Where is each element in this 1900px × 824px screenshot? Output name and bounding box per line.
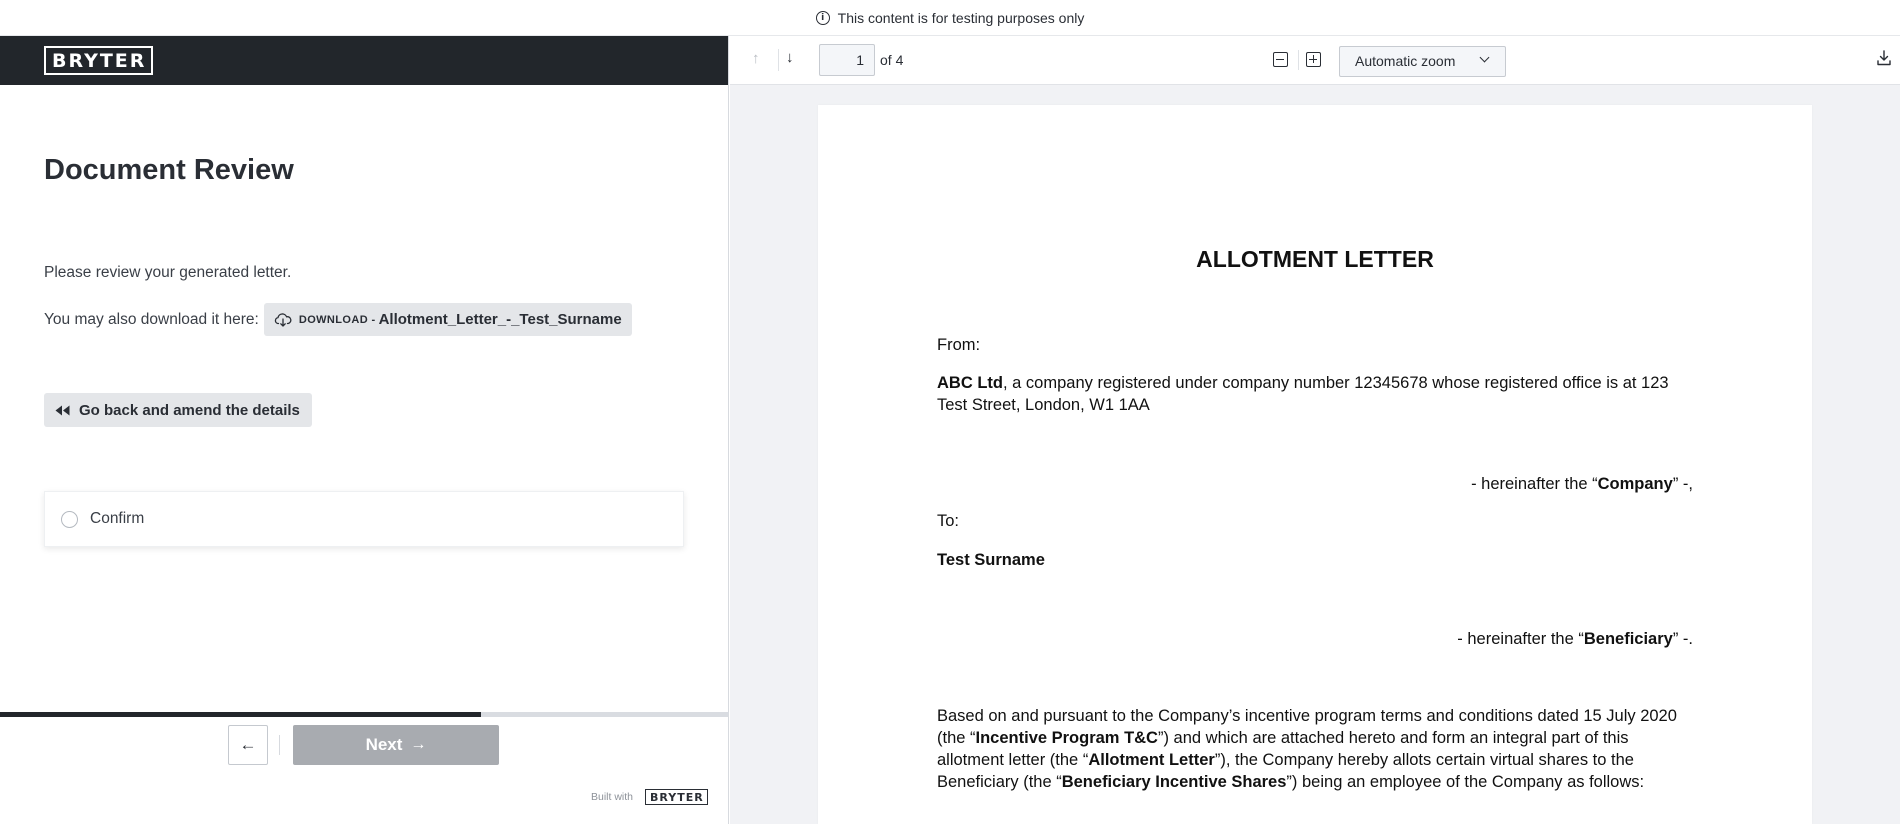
bryter-footer-logo: BRYTER (645, 789, 708, 805)
zoom-select[interactable]: Automatic zoom (1339, 46, 1506, 77)
company-ref-term: Company (1597, 475, 1673, 493)
arrow-left-icon: ← (239, 735, 257, 754)
next-button[interactable]: Next → (293, 725, 499, 765)
download-label: You may also download it here: (44, 310, 259, 328)
brand-bar: BRYTER (0, 36, 728, 85)
allotment-paragraph: Based on and pursuant to the Company’s i… (937, 705, 1693, 793)
confirm-option[interactable]: Confirm (44, 491, 684, 547)
company-ref-pre: - hereinafter the “ (1471, 475, 1598, 493)
form-pane: BRYTER Document Review Please review you… (0, 36, 729, 824)
next-page-icon[interactable]: ↓ (786, 49, 794, 66)
company-ref-post: ” -, (1672, 475, 1693, 493)
zoom-divider (1298, 50, 1299, 70)
download-filename: Allotment_Letter_-_Test_Surname (378, 311, 622, 328)
go-back-button[interactable]: Go back and amend the details (44, 393, 312, 427)
company-reference: - hereinafter the “Company” -, (937, 473, 1693, 495)
progress-bar (0, 712, 729, 717)
banner-text: This content is for testing purposes onl… (837, 9, 1085, 26)
para-term-3: Beneficiary Incentive Shares (1061, 773, 1287, 791)
cloud-download-icon (274, 312, 292, 327)
progress-fill (0, 712, 482, 717)
para-part-4: ”) being an employee of the Company as f… (1286, 773, 1645, 791)
zoom-in-icon[interactable] (1306, 52, 1321, 67)
zoom-value: Automatic zoom (1355, 53, 1456, 69)
document-title: ALLOTMENT LETTER (1196, 246, 1434, 272)
download-row: You may also download it here: DOWNLOAD … (44, 303, 632, 336)
download-prefix: DOWNLOAD - (298, 313, 376, 326)
built-with-footer: Built with BRYTER (591, 789, 708, 805)
nav-divider (279, 735, 280, 755)
previous-page-icon[interactable]: ↑ (752, 50, 760, 67)
beneficiary-ref-pre: - hereinafter the “ (1457, 630, 1584, 648)
info-icon: i (815, 10, 830, 25)
download-icon[interactable] (1877, 50, 1891, 66)
page-count: of 4 (880, 52, 904, 68)
confirm-radio[interactable] (61, 510, 78, 528)
arrow-right-icon: → (410, 736, 427, 753)
to-label: To: (937, 512, 960, 530)
beneficiary-reference: - hereinafter the “Beneficiary” -. (937, 628, 1693, 650)
pdf-viewer: ↑ ↓ 1 of 4 Automatic zoom ALLOTMENT LETT… (730, 36, 1900, 824)
download-link[interactable]: DOWNLOAD - Allotment_Letter_-_Test_Surna… (263, 303, 632, 336)
confirm-label: Confirm (90, 510, 145, 527)
page-title: Document Review (44, 154, 294, 186)
bryter-logo: BRYTER (44, 46, 154, 75)
built-with-text: Built with (591, 791, 634, 803)
para-term-2: Allotment Letter (1088, 751, 1215, 769)
pdf-toolbar: ↑ ↓ 1 of 4 Automatic zoom (730, 36, 1900, 85)
from-label: From: (937, 336, 981, 354)
page-number-input[interactable]: 1 (819, 44, 875, 76)
para-term-1: Incentive Program T&C (975, 729, 1158, 747)
beneficiary-ref-post: ” -. (1672, 630, 1693, 648)
pdf-page: ALLOTMENT LETTER From: ABC Ltd, a compan… (818, 105, 1812, 824)
rewind-icon (55, 405, 70, 415)
chevron-down-icon (1479, 52, 1490, 63)
company-paragraph: ABC Ltd, a company registered under comp… (937, 372, 1693, 416)
testing-banner: i This content is for testing purposes o… (0, 0, 1900, 36)
beneficiary-name-text: Test Surname (937, 551, 1045, 569)
next-label: Next (365, 735, 403, 754)
previous-button[interactable]: ← (228, 725, 268, 765)
toolbar-divider (778, 49, 779, 71)
zoom-out-icon[interactable] (1273, 52, 1288, 67)
beneficiary-ref-term: Beneficiary (1583, 630, 1673, 648)
company-name: ABC Ltd (937, 374, 1003, 392)
beneficiary-name: Test Surname (937, 549, 1693, 571)
company-details: , a company registered under company num… (937, 374, 1669, 414)
go-back-label: Go back and amend the details (79, 401, 300, 419)
review-instruction: Please review your generated letter. (44, 264, 292, 281)
